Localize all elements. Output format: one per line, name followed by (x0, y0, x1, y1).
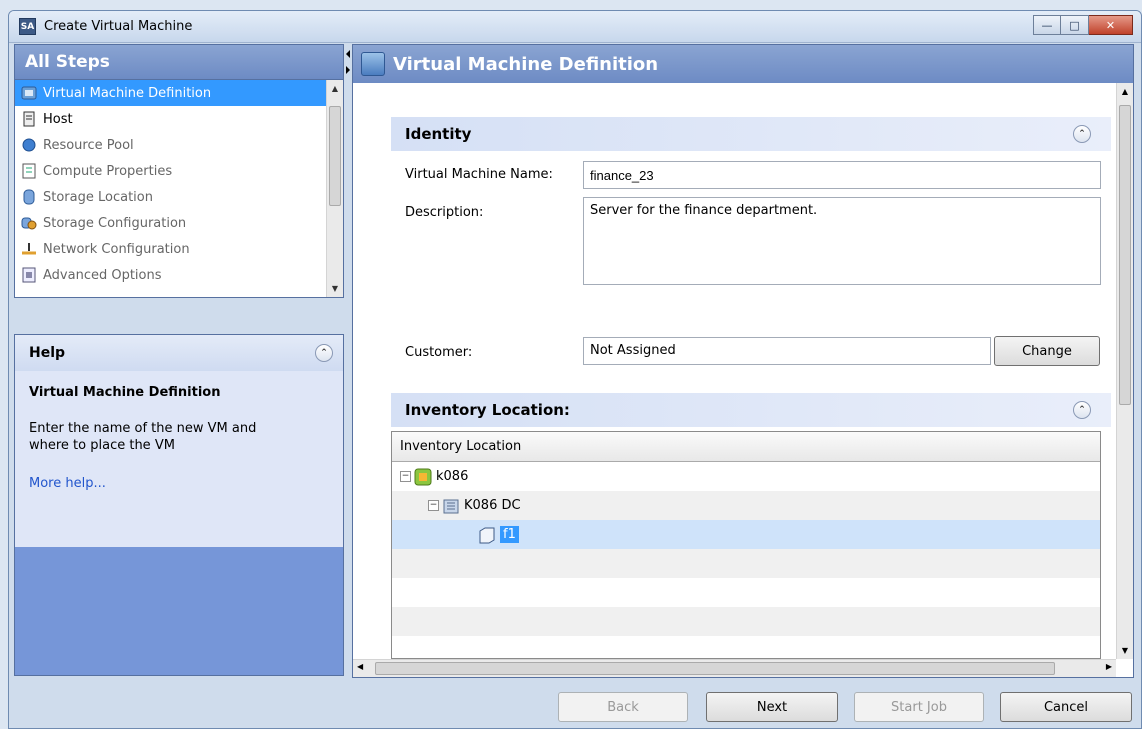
vm-icon (21, 85, 37, 101)
storage-icon (21, 189, 37, 205)
description-label: Description: (405, 205, 484, 220)
main-header: Virtual Machine Definition (353, 45, 1133, 83)
tree-node-k086-dc[interactable]: − K086 DC (392, 491, 1100, 520)
scroll-right-icon[interactable]: ▶ (1106, 662, 1112, 671)
node-label: k086 (436, 469, 469, 484)
advanced-icon (21, 267, 37, 283)
minimize-icon[interactable]: — (1033, 15, 1061, 35)
tree-empty-row (392, 549, 1100, 578)
scroll-thumb[interactable] (329, 106, 341, 206)
step-advanced-options[interactable]: Advanced Options (15, 262, 343, 288)
more-help-link[interactable]: More help... (29, 476, 329, 491)
identity-section-header: Identity ⌃ (391, 117, 1111, 151)
title-bar[interactable]: SA Create Virtual Machine — □ ✕ (9, 11, 1141, 43)
scroll-left-icon[interactable]: ◀ (357, 662, 363, 671)
step-label: Compute Properties (43, 163, 173, 179)
step-host[interactable]: Host (15, 106, 343, 132)
step-storage-location[interactable]: Storage Location (15, 184, 343, 210)
folder-icon (479, 527, 495, 543)
compute-icon (21, 163, 37, 179)
main-horizontal-scrollbar[interactable]: ◀ ▶ (353, 659, 1116, 677)
step-label: Storage Configuration (43, 215, 187, 231)
step-network-configuration[interactable]: Network Configuration (15, 236, 343, 262)
datacenter-icon (443, 499, 459, 513)
inventory-tree: Inventory Location − k086 − K086 DC f1 (391, 431, 1101, 659)
definition-form: Identity ⌃ Virtual Machine Name: Descrip… (353, 83, 1116, 659)
vm-name-label: Virtual Machine Name: (405, 167, 553, 182)
step-storage-configuration[interactable]: Storage Configuration (15, 210, 343, 236)
customer-field: Not Assigned (583, 337, 991, 365)
step-label: Network Configuration (43, 241, 190, 257)
collapse-node-icon[interactable]: − (428, 500, 439, 511)
step-label: Host (43, 111, 73, 127)
step-label: Virtual Machine Definition (43, 85, 212, 101)
step-resource-pool[interactable]: Resource Pool (15, 132, 343, 158)
left-panel: All Steps Virtual Machine Definition Hos… (14, 44, 344, 676)
vm-definition-icon (361, 52, 385, 76)
collapse-node-icon[interactable]: − (400, 471, 411, 482)
network-icon (21, 241, 37, 257)
node-label: f1 (500, 526, 519, 543)
main-panel: Virtual Machine Definition Identity ⌃ Vi… (352, 44, 1134, 678)
help-title-label: Help (29, 345, 66, 361)
app-icon: SA (19, 18, 36, 35)
scroll-thumb[interactable] (1119, 105, 1131, 405)
tree-empty-row (392, 607, 1100, 636)
step-virtual-machine-definition[interactable]: Virtual Machine Definition (15, 80, 343, 106)
resource-pool-icon (21, 137, 37, 153)
all-steps-header: All Steps (14, 44, 344, 80)
next-button[interactable]: Next (706, 692, 838, 722)
help-body: Virtual Machine Definition Enter the nam… (15, 371, 343, 547)
step-compute-properties[interactable]: Compute Properties (15, 158, 343, 184)
step-label: Advanced Options (43, 267, 162, 283)
tree-node-f1[interactable]: f1 (392, 520, 1100, 549)
scroll-down-icon[interactable]: ▼ (1117, 642, 1133, 659)
vcenter-icon (414, 468, 432, 485)
collapse-inventory-icon[interactable]: ⌃ (1073, 401, 1091, 419)
steps-list: Virtual Machine Definition Host Resource… (14, 80, 344, 298)
node-label: K086 DC (464, 498, 521, 513)
inventory-section-header: Inventory Location: ⌃ (391, 393, 1111, 427)
help-topic: Virtual Machine Definition (29, 385, 221, 400)
host-icon (21, 111, 37, 127)
inventory-title: Inventory Location: (405, 401, 570, 419)
collapse-help-icon[interactable]: ⌃ (315, 344, 333, 362)
change-customer-button[interactable]: Change (994, 336, 1100, 366)
tree-node-k086[interactable]: − k086 (392, 462, 1100, 491)
storage-config-icon (21, 215, 37, 231)
splitter-arrows-icon[interactable] (344, 48, 352, 88)
scroll-down-icon[interactable]: ▼ (327, 280, 343, 297)
inventory-column-header[interactable]: Inventory Location (392, 432, 1100, 462)
description-textarea[interactable]: Server for the finance department. (583, 197, 1101, 285)
help-panel: Help ⌃ Virtual Machine Definition Enter … (14, 334, 344, 676)
help-header: Help ⌃ (15, 335, 343, 371)
panel-splitter[interactable] (344, 44, 352, 676)
steps-scrollbar[interactable]: ▲ ▼ (326, 80, 343, 297)
maximize-icon[interactable]: □ (1061, 15, 1089, 35)
collapse-identity-icon[interactable]: ⌃ (1073, 125, 1091, 143)
back-button[interactable]: Back (558, 692, 688, 722)
close-icon[interactable]: ✕ (1089, 15, 1133, 35)
cancel-button[interactable]: Cancel (1000, 692, 1132, 722)
scroll-up-icon[interactable]: ▲ (327, 80, 343, 97)
customer-label: Customer: (405, 345, 473, 360)
step-label: Storage Location (43, 189, 153, 205)
main-vertical-scrollbar[interactable]: ▲ ▼ (1116, 83, 1133, 659)
identity-title: Identity (405, 125, 472, 143)
tree-empty-row (392, 578, 1100, 607)
scroll-thumb[interactable] (375, 662, 1055, 675)
scroll-up-icon[interactable]: ▲ (1117, 83, 1133, 100)
vm-name-input[interactable] (583, 161, 1101, 189)
window-title: Create Virtual Machine (44, 19, 193, 34)
main-title: Virtual Machine Definition (393, 53, 659, 75)
step-label: Resource Pool (43, 137, 134, 153)
start-job-button[interactable]: Start Job (854, 692, 984, 722)
help-text: Enter the name of the new VM and where t… (29, 421, 257, 453)
